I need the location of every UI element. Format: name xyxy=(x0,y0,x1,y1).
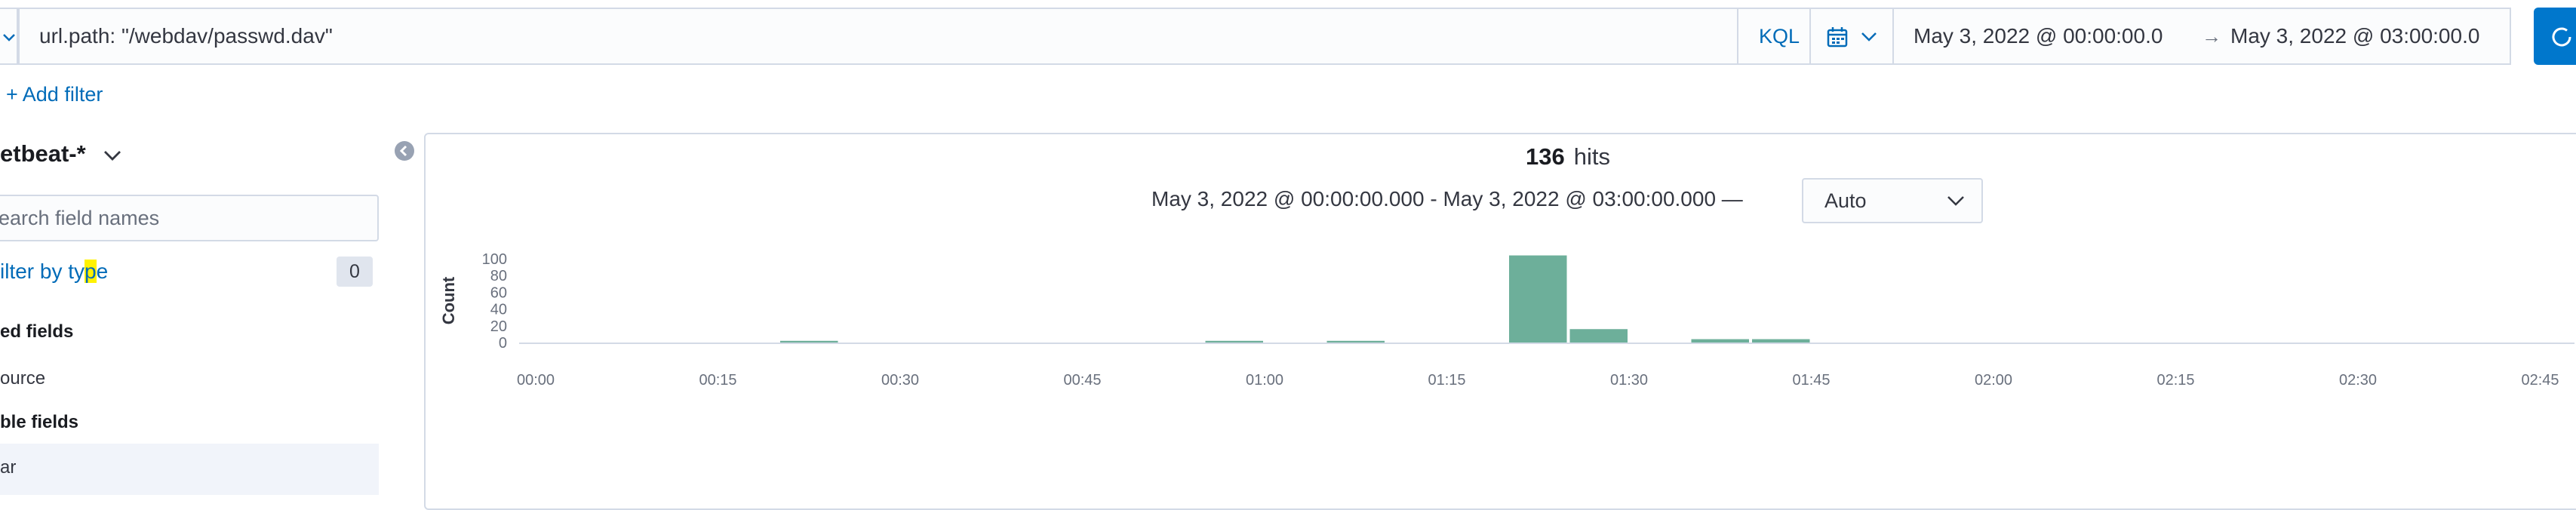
x-tick-label: 02:45 xyxy=(2521,372,2559,389)
field-item-source[interactable]: ource xyxy=(0,368,45,389)
refresh-icon xyxy=(2552,27,2571,47)
search-highlight: p xyxy=(85,260,97,283)
filter-count-badge: 0 xyxy=(337,257,373,287)
time-range-label: May 3, 2022 @ 00:00:00.000 - May 3, 2022… xyxy=(1151,187,1743,210)
field-row-hover[interactable] xyxy=(0,444,379,495)
field-item-available[interactable]: ar xyxy=(0,457,16,478)
search-query-input[interactable]: url.path: "/webdav/passwd.dav" KQL xyxy=(18,8,1821,65)
x-tick-label: 00:00 xyxy=(517,372,555,389)
histogram-bar xyxy=(1569,329,1628,343)
collapse-sidebar-icon[interactable] xyxy=(394,140,415,161)
query-bar: url.path: "/webdav/passwd.dav" KQL May 3… xyxy=(0,0,2576,72)
filter-by-type-label-end: e xyxy=(96,260,109,283)
chevron-down-icon xyxy=(1861,32,1877,41)
histogram-bar xyxy=(1752,339,1810,343)
histogram-chart: Count 020406080100 00:00 00:15 00:30 00:45 01:… xyxy=(439,251,2574,389)
x-tick-label: 02:00 xyxy=(1975,372,2012,389)
histogram-bar xyxy=(1509,255,1567,343)
hits-label: hits xyxy=(1573,143,1610,170)
chevron-down-icon xyxy=(1947,196,1964,206)
field-search-placeholder: earch field names xyxy=(0,207,160,229)
filter-by-type-label: ilter by ty xyxy=(0,260,85,283)
add-filter-button[interactable]: + Add filter xyxy=(6,83,103,106)
x-tick-label: 02:30 xyxy=(2339,372,2377,389)
available-fields-heading: ble fields xyxy=(0,412,79,432)
selected-fields-heading: ed fields xyxy=(0,321,74,342)
filter-by-type-button[interactable]: ilter by type xyxy=(0,260,108,284)
y-tick-label: 100 xyxy=(482,251,507,268)
field-search-input[interactable]: earch field names xyxy=(0,195,379,241)
query-menu-button[interactable] xyxy=(0,8,18,65)
x-tick-label: 01:45 xyxy=(1792,372,1830,389)
interval-value: Auto xyxy=(1824,189,1867,212)
query-language-button[interactable]: KQL xyxy=(1737,9,1820,63)
date-range-arrow: → xyxy=(2202,25,2221,48)
hits-count: 136 xyxy=(1526,143,1565,170)
y-tick-label: 20 xyxy=(490,318,507,335)
y-tick-label: 0 xyxy=(499,335,507,352)
chevron-down-icon xyxy=(3,34,15,41)
x-tick-label: 00:45 xyxy=(1063,372,1101,389)
x-tick-label: 01:15 xyxy=(1428,372,1465,389)
quick-select-button[interactable] xyxy=(1811,9,1894,63)
x-tick-label: 01:00 xyxy=(1246,372,1283,389)
x-tick-label: 02:15 xyxy=(2156,372,2194,389)
refresh-button[interactable] xyxy=(2534,8,2576,65)
histogram-bar xyxy=(1205,340,1263,343)
hits-counter: 136 hits xyxy=(1526,143,1610,171)
x-tick-label: 00:30 xyxy=(881,372,919,389)
interval-select[interactable]: Auto xyxy=(1802,178,1983,223)
x-tick-label: 00:15 xyxy=(699,372,736,389)
histogram-bar xyxy=(1691,339,1749,343)
x-tick-label: 01:30 xyxy=(1610,372,1648,389)
y-axis-label: Count xyxy=(439,276,458,324)
query-text: url.path: "/webdav/passwd.dav" xyxy=(39,24,333,48)
date-start[interactable]: May 3, 2022 @ 00:00:00.0 xyxy=(1914,9,2163,63)
y-tick-label: 80 xyxy=(490,268,507,284)
calendar-icon xyxy=(1827,27,1848,48)
y-tick-label: 40 xyxy=(490,302,507,318)
chevron-down-icon[interactable] xyxy=(103,148,122,163)
date-picker: May 3, 2022 @ 00:00:00.0 → May 3, 2022 @… xyxy=(1809,8,2511,65)
y-tick-label: 60 xyxy=(490,284,507,301)
date-end[interactable]: May 3, 2022 @ 03:00:00.0 xyxy=(2230,9,2479,63)
histogram-bar xyxy=(780,340,838,343)
index-pattern-selector[interactable]: etbeat-* xyxy=(0,140,86,167)
histogram-bar xyxy=(1326,340,1385,343)
